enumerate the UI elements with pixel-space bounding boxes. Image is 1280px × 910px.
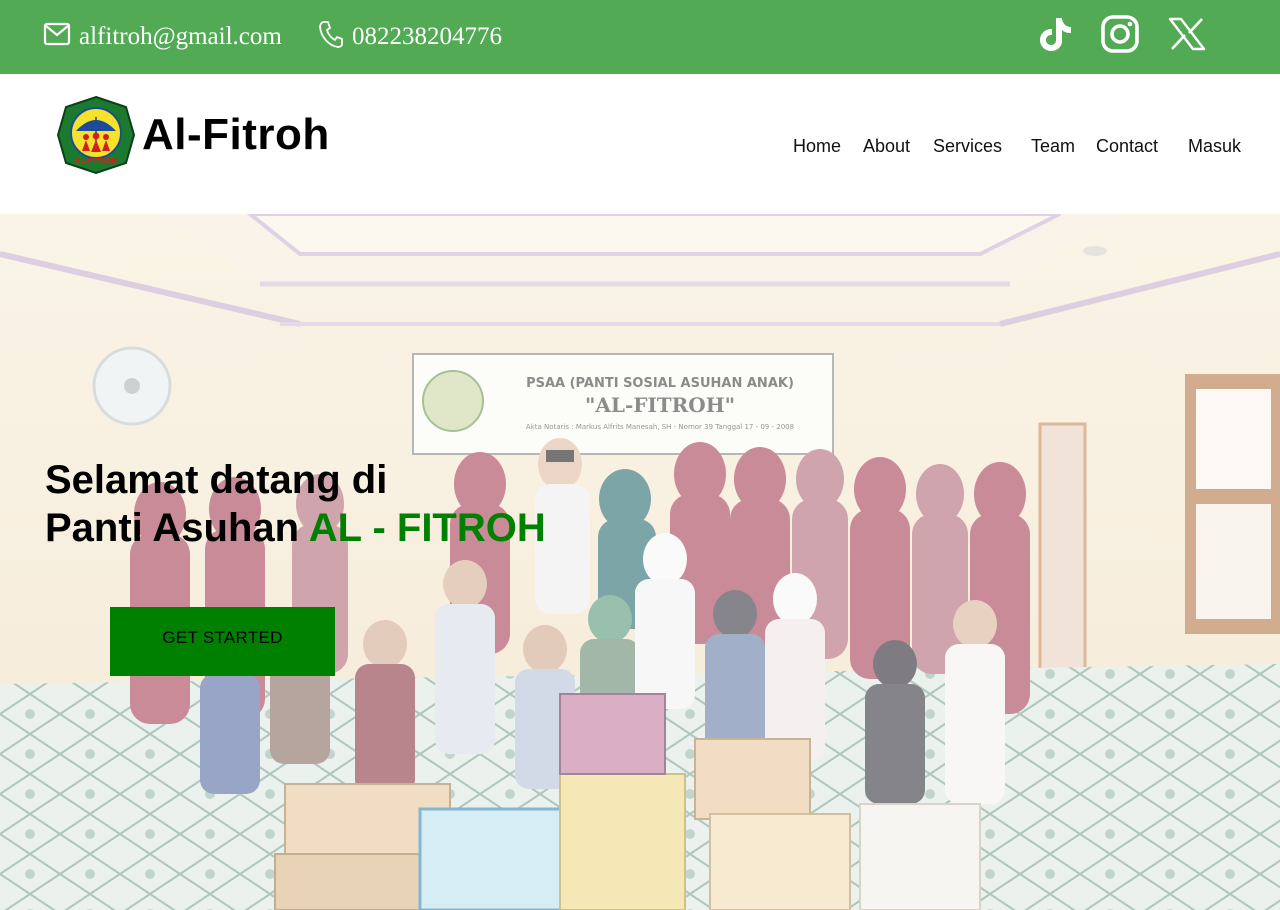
hero-overlay (0, 214, 1280, 910)
nav-team[interactable]: Team (1031, 136, 1075, 157)
hero-section: PSAA (PANTI SOSIAL ASUHAN ANAK) "AL-FITR… (0, 214, 1280, 910)
x-icon (1168, 17, 1206, 56)
instagram-icon (1100, 14, 1140, 59)
envelope-icon (43, 20, 79, 55)
get-started-button[interactable]: GET STARTED (110, 607, 335, 676)
nav-about[interactable]: About (863, 136, 910, 157)
phone-text: 082238204776 (352, 23, 502, 50)
email-link[interactable]: alfitroh@gmail.com (43, 0, 282, 74)
top-contact-bar: alfitroh@gmail.com 082238204776 (0, 0, 1280, 74)
phone-link[interactable]: 082238204776 (318, 0, 502, 74)
main-nav: Home About Services Team Contact Masuk (0, 136, 1280, 166)
tiktok-link[interactable] (1033, 14, 1077, 58)
x-link[interactable] (1165, 14, 1209, 58)
phone-icon (318, 19, 352, 56)
hero-title-accent: AL - FITROH (308, 506, 546, 550)
nav-home[interactable]: Home (793, 136, 841, 157)
instagram-link[interactable] (1098, 14, 1142, 58)
nav-services[interactable]: Services (933, 136, 1002, 157)
hero-title-line2: Panti Asuhan (45, 506, 309, 550)
hero-title: Selamat datang di Panti Asuhan AL - FITR… (45, 456, 546, 552)
tiktok-icon (1035, 14, 1075, 59)
nav-login[interactable]: Masuk (1188, 136, 1241, 157)
hero-title-line1: Selamat datang di (45, 458, 388, 502)
email-text: alfitroh@gmail.com (79, 23, 282, 50)
nav-contact[interactable]: Contact (1096, 136, 1158, 157)
site-header: AL-FITROH Al-Fitroh Home About Services … (0, 74, 1280, 214)
